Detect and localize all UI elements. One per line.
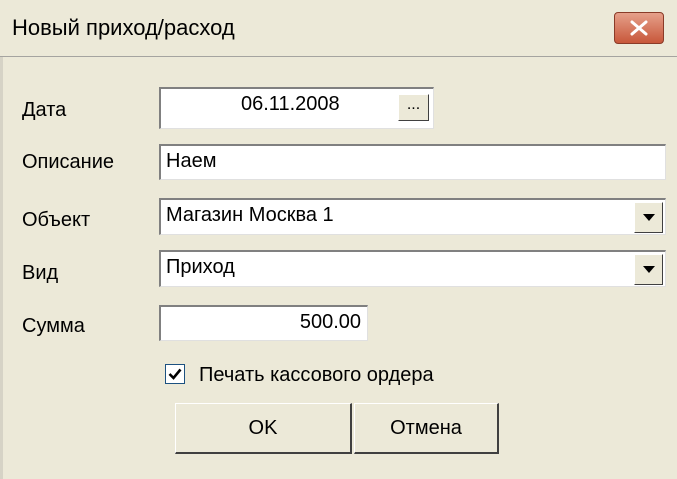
object-dropdown-button[interactable] bbox=[634, 202, 663, 233]
amount-label: Сумма bbox=[22, 315, 85, 337]
print-order-label[interactable]: Печать кассового ордера bbox=[199, 364, 434, 387]
print-order-checkbox[interactable] bbox=[165, 364, 185, 384]
kind-select[interactable]: Приход bbox=[159, 250, 666, 287]
description-value: Наем bbox=[166, 150, 217, 172]
checkmark-icon bbox=[168, 368, 182, 380]
dialog-window: Новый приход/расход Дата 06.11.2008 ... … bbox=[0, 0, 677, 479]
date-picker-button[interactable]: ... bbox=[398, 94, 429, 121]
close-x-icon bbox=[630, 20, 648, 36]
description-label: Описание bbox=[22, 151, 115, 173]
close-button[interactable] bbox=[614, 12, 664, 44]
date-field[interactable]: 06.11.2008 ... bbox=[159, 87, 434, 129]
kind-label: Вид bbox=[22, 262, 59, 284]
title-separator bbox=[0, 56, 677, 57]
object-value: Магазин Москва 1 bbox=[166, 204, 334, 226]
chevron-down-icon bbox=[643, 214, 655, 221]
object-label: Объект bbox=[22, 209, 91, 231]
window-title: Новый приход/расход bbox=[12, 15, 235, 40]
object-select[interactable]: Магазин Москва 1 bbox=[159, 198, 666, 235]
kind-dropdown-button[interactable] bbox=[634, 254, 663, 285]
amount-value: 500.00 bbox=[299, 311, 361, 333]
title-bar: Новый приход/расход bbox=[0, 0, 677, 56]
kind-value: Приход bbox=[166, 256, 235, 278]
date-label: Дата bbox=[22, 99, 67, 121]
date-value: 06.11.2008 bbox=[241, 93, 340, 115]
chevron-down-icon bbox=[643, 266, 655, 273]
amount-field[interactable]: 500.00 bbox=[159, 305, 368, 341]
cancel-button[interactable]: Отмена bbox=[354, 403, 499, 454]
ok-button[interactable]: OK bbox=[175, 403, 352, 454]
description-field[interactable]: Наем bbox=[159, 144, 666, 180]
window-border bbox=[0, 57, 3, 479]
